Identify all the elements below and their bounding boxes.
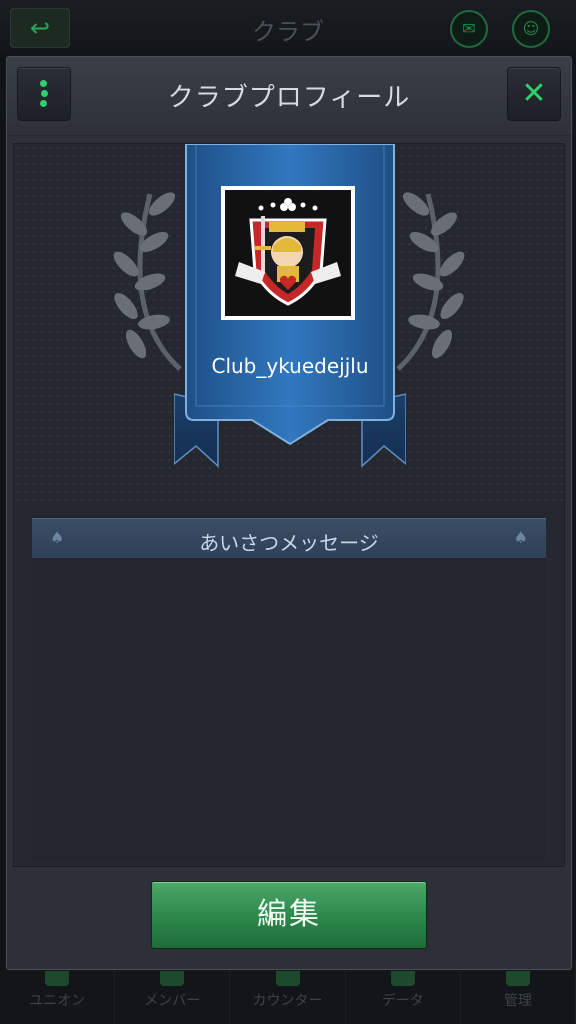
tab-label: ユニオン [29, 993, 86, 1009]
modal-title: クラブプロフィール [167, 83, 411, 113]
club-profile-modal: クラブプロフィール ✕ Club_ykuedejjlu ♠ あいさつメッセージ … [6, 56, 572, 970]
club-name: Club_ykuedejjlu [211, 354, 369, 378]
modal-header: クラブプロフィール ✕ [7, 57, 571, 136]
tab-label: メンバー [144, 993, 201, 1009]
tab-label: データ [381, 993, 424, 1009]
greeting-title: あいさつメッセージ [199, 531, 379, 555]
background-title: クラブ [252, 18, 324, 46]
background-topbar: ↩ クラブ ✉ ☺ [0, 0, 576, 54]
close-button[interactable]: ✕ [507, 67, 561, 121]
spade-icon: ♠ [513, 528, 528, 547]
edit-button[interactable]: 編集 [151, 881, 427, 949]
tab-label: 管理 [503, 993, 532, 1009]
close-icon: ✕ [521, 76, 547, 111]
jack-playing-card-logo [225, 190, 351, 316]
greeting-message [32, 558, 546, 862]
club-logo [221, 186, 355, 320]
support-icon: ☺ [512, 10, 550, 48]
mail-icon: ✉ [450, 10, 488, 48]
tab-label: カウンター [252, 993, 323, 1009]
greeting-header: ♠ あいさつメッセージ ♠ [32, 518, 546, 559]
profile-content: Club_ykuedejjlu ♠ あいさつメッセージ ♠ [13, 143, 565, 867]
